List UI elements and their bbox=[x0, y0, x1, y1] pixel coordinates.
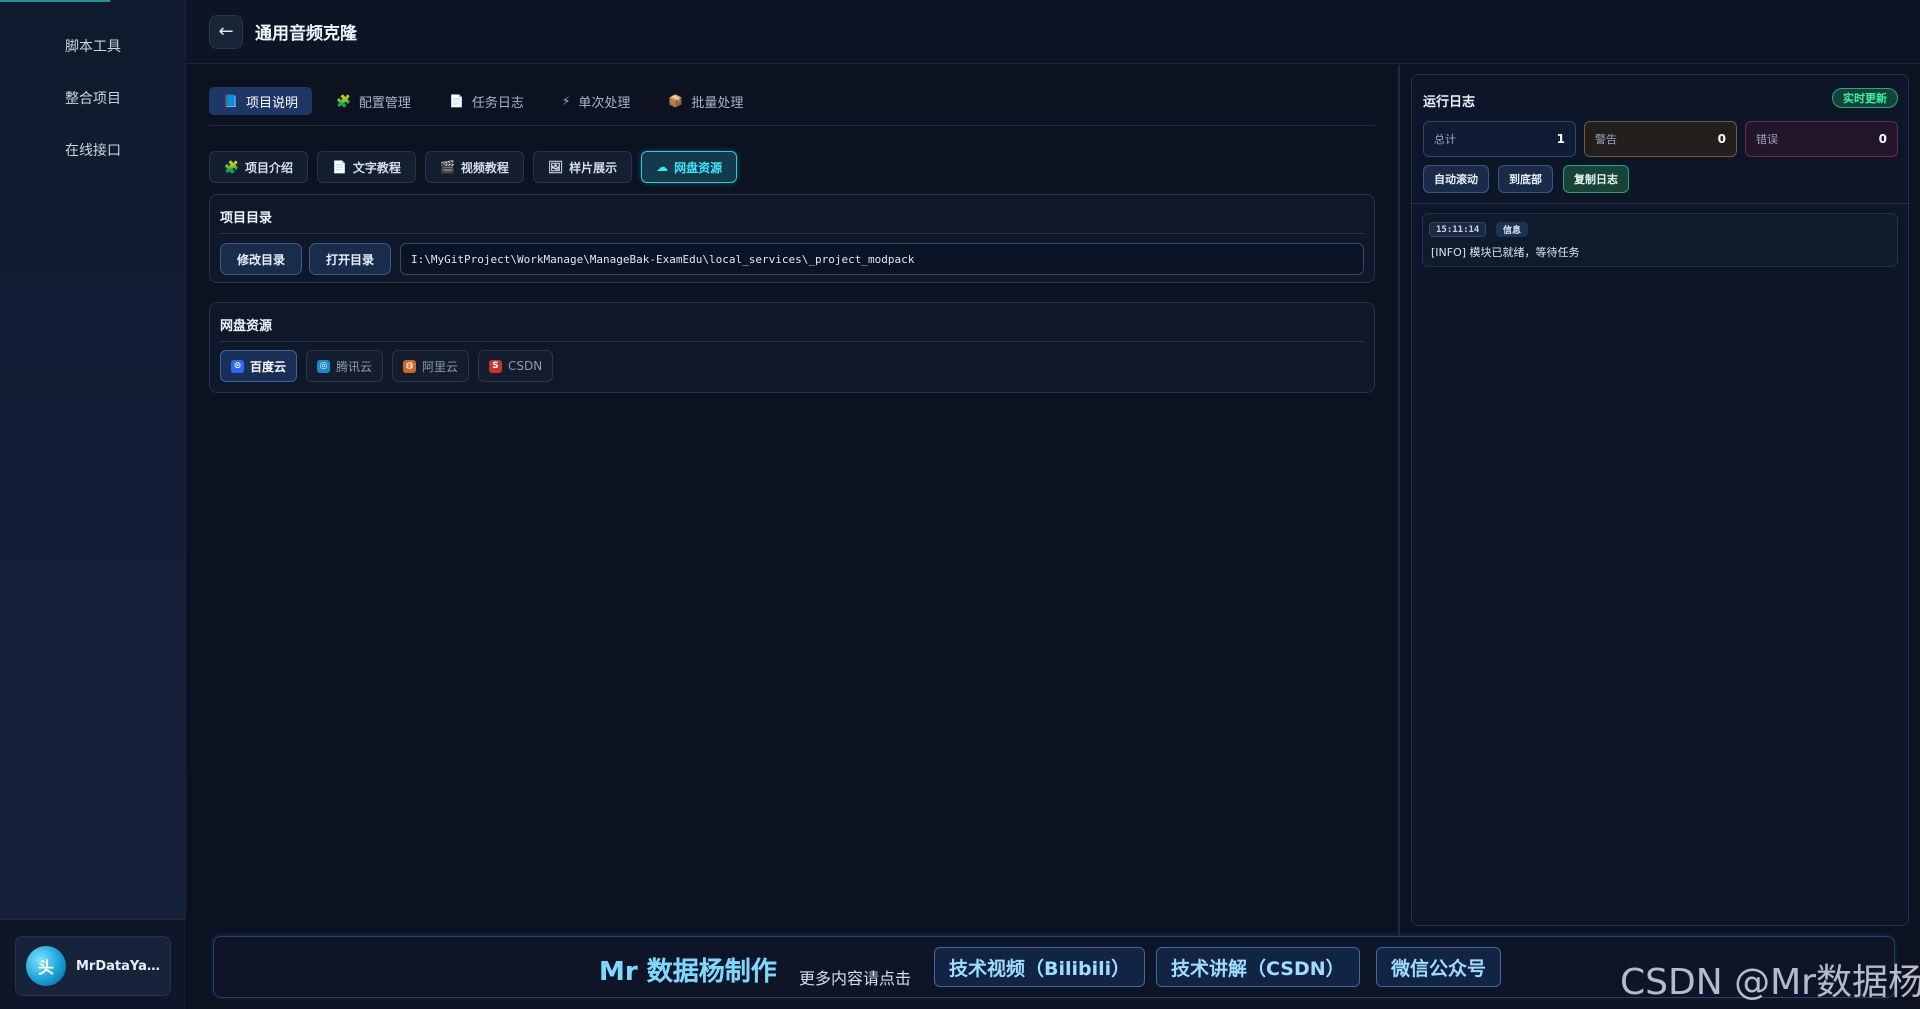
stat-value: 0 bbox=[1878, 132, 1887, 146]
main-tabs: 📘 项目说明 🧩 配置管理 📄 任务日志 ⚡ 单次处理 📦 批量处理 bbox=[209, 87, 757, 115]
subtab-label: 样片展示 bbox=[569, 160, 618, 175]
picture-icon: 🖼 bbox=[547, 160, 564, 174]
sidebar-item-online-api[interactable]: 在线接口 bbox=[0, 128, 186, 172]
aliyun-icon: ◍ bbox=[403, 359, 417, 373]
aliyun-button[interactable]: ◍ 阿里云 bbox=[392, 350, 470, 382]
tab-config[interactable]: 🧩 配置管理 bbox=[322, 87, 425, 115]
watermark: CSDN @Mr数据杨 bbox=[1620, 962, 1920, 1003]
open-dir-button[interactable]: 打开目录 bbox=[309, 243, 392, 275]
bilibili-link-button[interactable]: 技术视频（Bilibili） bbox=[934, 947, 1146, 987]
log-timestamp: 15:11:14 bbox=[1429, 222, 1487, 237]
back-button[interactable]: ← bbox=[209, 14, 243, 49]
puzzle-icon: 🧩 bbox=[335, 94, 351, 108]
log-message: [INFO] 模块已就绪，等待任务 bbox=[1431, 246, 1580, 259]
auto-scroll-button[interactable]: 自动滚动 bbox=[1423, 165, 1489, 193]
divider bbox=[220, 341, 1364, 342]
panel-title: 项目目录 bbox=[220, 211, 273, 226]
tab-label: 任务日志 bbox=[471, 95, 524, 111]
book-icon: 📘 bbox=[223, 94, 238, 108]
tab-project-info[interactable]: 📘 项目说明 bbox=[209, 87, 312, 115]
tencent-cloud-button[interactable]: ◎ 腾讯云 bbox=[306, 350, 384, 382]
cloud-button-label: 百度云 bbox=[250, 359, 287, 374]
cloud-resources-panel: 网盘资源 ⊙ 百度云 ◎ 腾讯云 ◍ 阿里云 S CSDN bbox=[209, 302, 1375, 393]
stat-error: 错误 0 bbox=[1745, 121, 1898, 157]
tab-single-process[interactable]: ⚡ 单次处理 bbox=[548, 87, 644, 115]
header: ← 通用音频克隆 bbox=[187, 0, 1920, 64]
avatar: 头 bbox=[26, 946, 66, 986]
cloud-icon: ☁ bbox=[656, 160, 669, 174]
arrow-left-icon: ← bbox=[218, 21, 234, 42]
sidebar-accent-line bbox=[0, 0, 110, 2]
brand-subtitle: 更多内容请点击 bbox=[799, 969, 912, 988]
live-update-badge: 实时更新 bbox=[1832, 88, 1898, 108]
cloud-button-label: 阿里云 bbox=[422, 359, 459, 374]
tab-label: 配置管理 bbox=[358, 95, 411, 111]
stat-label: 总计 bbox=[1434, 133, 1456, 146]
copy-log-button[interactable]: 复制日志 bbox=[1563, 165, 1629, 193]
stat-total: 总计 1 bbox=[1423, 121, 1576, 157]
log-panel: 运行日志 实时更新 总计 1 警告 0 错误 0 自动滚动 到底部 复制日志 15:1… bbox=[1411, 74, 1909, 926]
csdn-link-button[interactable]: 技术讲解（CSDN） bbox=[1156, 947, 1360, 987]
subtab-cloud-resources[interactable]: ☁ 网盘资源 bbox=[641, 151, 738, 183]
cloud-button-label: CSDN bbox=[508, 359, 543, 373]
log-entry: 15:11:14 信息 [INFO] 模块已就绪，等待任务 bbox=[1422, 213, 1898, 267]
subtab-project-intro[interactable]: 🧩 项目介绍 bbox=[209, 151, 308, 183]
user-card[interactable]: 头 MrDataYan... bbox=[15, 936, 171, 996]
sidebar: 脚本工具 整合项目 在线接口 头 MrDataYan... bbox=[0, 0, 186, 1009]
brand-title: Mr 数据杨制作 bbox=[599, 951, 777, 988]
subtab-label: 视频教程 bbox=[460, 160, 509, 175]
tab-batch-process[interactable]: 📦 批量处理 bbox=[654, 87, 757, 115]
subtab-text-tutorial[interactable]: 📄 文字教程 bbox=[316, 151, 416, 183]
tab-label: 单次处理 bbox=[578, 95, 631, 111]
sidebar-item-script-tools[interactable]: 脚本工具 bbox=[0, 24, 186, 68]
project-path-field[interactable]: I:\MyGitProject\WorkManage\ManageBak-Exa… bbox=[400, 243, 1364, 275]
sidebar-item-label: 脚本工具 bbox=[65, 39, 121, 55]
tab-label: 项目说明 bbox=[245, 95, 298, 111]
to-bottom-button[interactable]: 到底部 bbox=[1498, 165, 1553, 193]
main-content: 📘 项目说明 🧩 配置管理 📄 任务日志 ⚡ 单次处理 📦 批量处理 🧩 项目介绍 📄 文字教… bbox=[187, 65, 1399, 935]
clapperboard-icon: 🎬 bbox=[439, 160, 455, 174]
sidebar-item-integrated-projects[interactable]: 整合项目 bbox=[0, 76, 186, 120]
sidebar-item-label: 在线接口 bbox=[65, 143, 121, 159]
puzzle-icon: 🧩 bbox=[224, 160, 239, 174]
wechat-link-button[interactable]: 微信公众号 bbox=[1376, 947, 1502, 987]
subtab-sample-showcase[interactable]: 🖼 样片展示 bbox=[532, 151, 633, 183]
tab-task-log[interactable]: 📄 任务日志 bbox=[435, 87, 538, 115]
tab-label: 批量处理 bbox=[691, 95, 744, 111]
sub-tabs: 🧩 项目介绍 📄 文字教程 🎬 视频教程 🖼 样片展示 ☁ 网盘资源 bbox=[209, 151, 738, 183]
csdn-button[interactable]: S CSDN bbox=[478, 350, 554, 382]
stat-label: 错误 bbox=[1756, 133, 1778, 146]
tabs-divider bbox=[209, 125, 1375, 126]
document-icon: 📄 bbox=[331, 160, 347, 174]
vertical-divider bbox=[1398, 65, 1400, 935]
subtab-video-tutorial[interactable]: 🎬 视频教程 bbox=[424, 151, 524, 183]
baidu-cloud-icon: ⊙ bbox=[231, 359, 244, 373]
stat-warning: 警告 0 bbox=[1584, 121, 1737, 157]
user-name: MrDataYan... bbox=[76, 958, 160, 974]
modify-dir-button[interactable]: 修改目录 bbox=[220, 243, 303, 275]
cloud-buttons: ⊙ 百度云 ◎ 腾讯云 ◍ 阿里云 S CSDN bbox=[220, 350, 554, 382]
log-title: 运行日志 bbox=[1423, 95, 1476, 110]
sidebar-item-label: 整合项目 bbox=[65, 91, 121, 107]
stat-label: 警告 bbox=[1595, 133, 1617, 146]
panel-title: 网盘资源 bbox=[220, 319, 273, 334]
baidu-cloud-button[interactable]: ⊙ 百度云 bbox=[220, 350, 298, 382]
stat-value: 0 bbox=[1717, 132, 1726, 146]
divider bbox=[220, 233, 1364, 234]
project-dir-panel: 项目目录 修改目录 打开目录 I:\MyGitProject\WorkManag… bbox=[209, 194, 1375, 283]
subtab-label: 文字教程 bbox=[352, 160, 401, 175]
log-level-badge: 信息 bbox=[1496, 222, 1529, 237]
csdn-icon: S bbox=[489, 359, 503, 373]
sidebar-footer: 头 MrDataYan... bbox=[0, 919, 186, 1009]
subtab-label: 网盘资源 bbox=[674, 160, 723, 175]
document-icon: 📄 bbox=[448, 94, 464, 108]
cloud-button-label: 腾讯云 bbox=[336, 359, 373, 374]
package-icon: 📦 bbox=[668, 94, 684, 108]
lightning-icon: ⚡ bbox=[561, 94, 571, 108]
tencent-cloud-icon: ◎ bbox=[317, 359, 331, 373]
subtab-label: 项目介绍 bbox=[244, 160, 293, 175]
stat-value: 1 bbox=[1556, 132, 1565, 146]
divider bbox=[1412, 203, 1908, 204]
page-title: 通用音频克隆 bbox=[255, 24, 357, 44]
